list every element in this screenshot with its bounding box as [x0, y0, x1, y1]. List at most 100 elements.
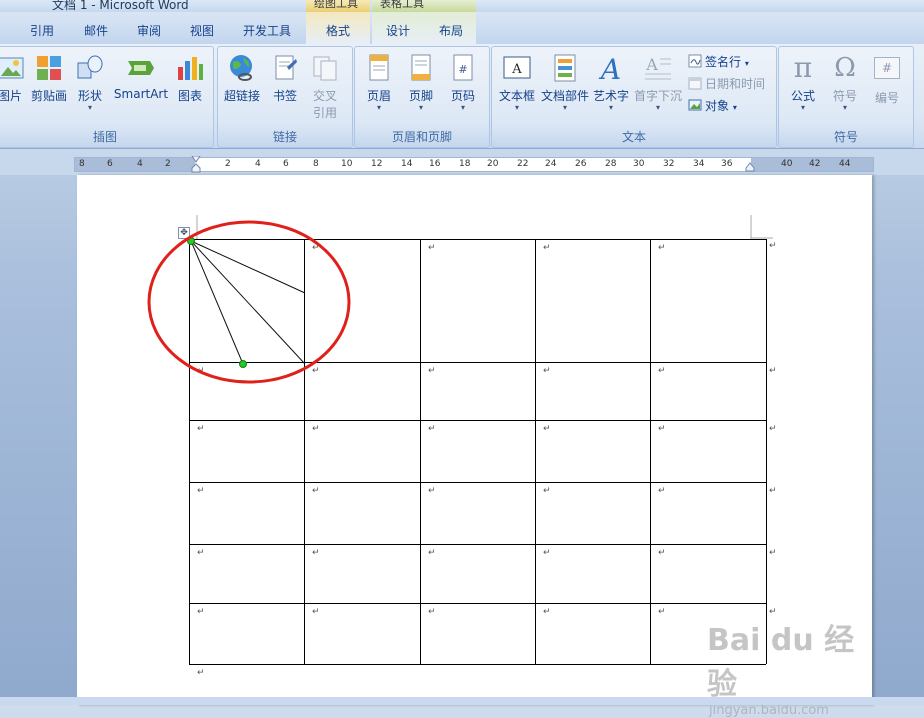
clip-art-button[interactable]: 剪贴画 — [27, 53, 71, 104]
line-end-handle[interactable] — [239, 360, 247, 368]
picture-icon — [0, 57, 24, 79]
diagonal-line-1[interactable] — [190, 240, 306, 294]
ruler-tick: 34 — [693, 159, 705, 169]
ruler-tick: 26 — [575, 159, 587, 169]
ruler-tick: 20 — [487, 159, 499, 169]
cross-reference-icon — [313, 56, 337, 81]
document-page[interactable]: ✥ ↵ ↵ ↵ ↵ ↵ ↵ ↵ ↵ ↵ ↵ ↵ ↵ ↵ ↵ ↵ ↵ ↵ ↵ ↵ ↵ ↵ ↵ ↵ ↵ ↵ ↵ ↵ ↵ ↵ ↵ ↵ ↵ ↵ ↵ ↵ ↵ B… — [77, 175, 872, 718]
footer-icon — [411, 54, 431, 81]
smartart-button[interactable]: SmartArt — [113, 53, 169, 101]
tab-review[interactable]: 审阅 — [137, 22, 161, 39]
group-header-footer: 页眉 ▾ 页脚 ▾ # 页码 ▾ 页眉和页脚 — [354, 46, 490, 148]
text-box-button[interactable]: A 文本框 ▾ — [496, 53, 538, 112]
group-label-symbols: 符号 — [833, 130, 858, 144]
window-title: 文档 1 - Microsoft Word — [52, 0, 189, 12]
shapes-icon — [77, 55, 103, 79]
group-label-header-footer: 页眉和页脚 — [391, 130, 452, 144]
footer-button[interactable]: 页脚 ▾ — [403, 53, 439, 112]
tab-mailings[interactable]: 邮件 — [84, 22, 108, 39]
ruler-tick: 4 — [137, 159, 143, 169]
hyperlink-button[interactable]: 超链接 — [222, 53, 262, 104]
group-illustrations: 图片 剪贴画 形状 ▾ SmartArt 图表 插图 — [0, 46, 214, 148]
group-label-text: 文本 — [621, 130, 646, 144]
object-button[interactable]: 对象 ▾ — [688, 97, 737, 114]
ruler-tick: 6 — [283, 159, 289, 169]
wordart-button[interactable]: A 艺术字 ▾ — [592, 53, 630, 112]
diagonal-line-3[interactable] — [190, 240, 244, 365]
quick-parts-button[interactable]: 文档部件 ▾ — [540, 53, 590, 112]
text-box-icon: A — [503, 56, 531, 79]
ruler-tick: 28 — [605, 159, 617, 169]
tab-format[interactable]: 格式 — [326, 22, 350, 39]
ruler-left-margin — [75, 158, 195, 171]
number-button[interactable]: # 编号 — [867, 53, 907, 106]
quick-parts-icon — [554, 54, 576, 82]
page-number-icon: # — [453, 54, 473, 81]
ruler-tick: 6 — [107, 159, 113, 169]
ruler-tick: 32 — [663, 159, 675, 169]
ruler-tick: 22 — [517, 159, 529, 169]
svg-text:A: A — [598, 53, 621, 83]
svg-text:A: A — [511, 62, 522, 77]
date-time-button[interactable]: 日期和时间 — [688, 75, 765, 92]
ruler-tick: 18 — [459, 159, 471, 169]
pi-icon: π — [793, 51, 813, 84]
signature-line-button[interactable]: 签名行 ▾ — [688, 53, 749, 70]
group-label-links: 链接 — [272, 130, 297, 144]
indent-marker-icon[interactable] — [191, 156, 201, 173]
ruler-tick: 24 — [545, 159, 557, 169]
ribbon: 图片 剪贴画 形状 ▾ SmartArt 图表 插图 超链接 书签 交叉 引用 … — [0, 44, 924, 149]
object-icon — [688, 99, 702, 111]
insert-picture-button[interactable]: 图片 — [0, 53, 24, 104]
wordart-icon: A — [598, 53, 621, 83]
ruler-tick: 44 — [839, 159, 851, 169]
globe-link-icon — [230, 55, 252, 81]
group-label-illustrations: 插图 — [92, 130, 117, 144]
baidu-watermark: Bai du 经验 jingyan.baidu.com — [707, 615, 877, 718]
tab-developer[interactable]: 开发工具 — [243, 22, 291, 39]
red-annotation-ellipse — [147, 220, 351, 384]
tab-references[interactable]: 引用 — [30, 22, 54, 39]
calendar-icon — [688, 77, 702, 90]
ruler-tick: 8 — [313, 159, 319, 169]
ruler-tick: 12 — [371, 159, 383, 169]
shapes-button[interactable]: 形状 ▾ — [75, 53, 105, 112]
context-header-table-tools: 表格工具 — [372, 0, 476, 12]
drop-cap-button[interactable]: A 首字下沉 ▾ — [632, 53, 684, 112]
page-number-button[interactable]: # 页码 ▾ — [445, 53, 481, 112]
ruler-tick: 10 — [341, 159, 353, 169]
bookmark-icon — [275, 55, 297, 80]
ruler-tick: 16 — [429, 159, 441, 169]
ruler-tick: 42 — [809, 159, 821, 169]
header-button[interactable]: 页眉 ▾ — [361, 53, 397, 112]
symbol-button[interactable]: Ω 符号 ▾ — [825, 53, 865, 112]
group-text: A 文本框 ▾ 文档部件 ▾ A 艺术字 ▾ A 首字下沉 ▾ 签名行 ▾ 日期… — [491, 46, 777, 148]
drop-cap-icon: A — [645, 55, 671, 80]
equation-button[interactable]: π 公式 ▾ — [783, 53, 823, 112]
ruler-tick: 14 — [401, 159, 413, 169]
ruler-tick: 4 — [255, 159, 261, 169]
group-symbols: π 公式 ▾ Ω 符号 ▾ # 编号 符号 — [778, 46, 914, 148]
watermark-text: Bai du 经验 — [707, 623, 855, 702]
clip-art-icon — [37, 56, 61, 80]
ruler-tick: 8 — [79, 159, 85, 169]
svg-text:A: A — [645, 55, 658, 74]
cross-reference-button[interactable]: 交叉 引用 — [308, 53, 342, 121]
chart-button[interactable]: 图表 — [173, 53, 207, 104]
right-indent-marker-icon[interactable] — [745, 160, 755, 172]
smartart-icon — [128, 61, 154, 75]
svg-text:#: # — [458, 63, 467, 76]
tab-layout[interactable]: 布局 — [439, 22, 463, 39]
bar-chart-icon — [178, 57, 203, 80]
tab-design[interactable]: 设计 — [386, 22, 410, 39]
tab-view[interactable]: 视图 — [190, 22, 214, 39]
omega-icon: Ω — [834, 53, 856, 83]
number-icon: # — [874, 57, 900, 79]
bookmark-button[interactable]: 书签 — [268, 53, 302, 104]
header-icon — [369, 54, 389, 81]
group-links: 超链接 书签 交叉 引用 链接 — [217, 46, 353, 148]
diagonal-line-2[interactable] — [190, 240, 306, 365]
ruler-tick: 36 — [721, 159, 733, 169]
horizontal-ruler[interactable]: 8 6 4 2 2 4 6 8 10 12 14 16 18 20 22 24 26 28 30 32 34 36 40 42… — [74, 156, 874, 173]
status-bar — [0, 697, 924, 705]
